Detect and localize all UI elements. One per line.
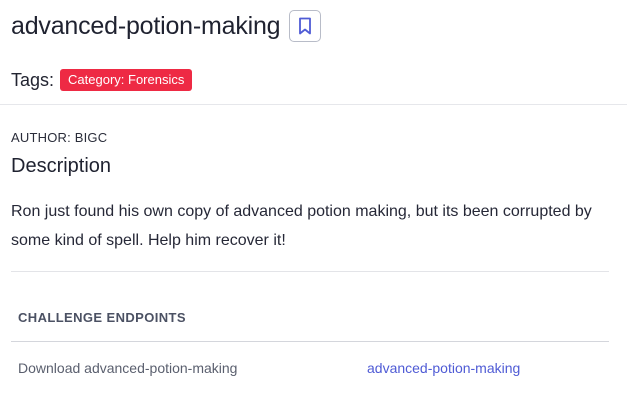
page-title: advanced-potion-making	[11, 12, 281, 40]
tags-label: Tags:	[11, 69, 55, 90]
endpoint-download-link[interactable]: advanced-potion-making	[367, 360, 520, 376]
description-text: Ron just found his own copy of advanced …	[11, 203, 592, 249]
tag-badge-category[interactable]: Category: Forensics	[60, 69, 193, 91]
endpoints-heading: CHALLENGE ENDPOINTS	[18, 310, 186, 325]
description-heading: Description	[11, 155, 112, 177]
bookmark-icon	[299, 17, 312, 35]
tags-row: Tags: Category: Forensics	[11, 69, 193, 91]
endpoint-name: Download advanced-potion-making	[18, 360, 238, 376]
endpoint-row: Download advanced-potion-making advanced…	[18, 360, 609, 378]
author-label: AUTHOR: BIGC	[11, 130, 108, 145]
endpoints-table-divider	[11, 341, 609, 342]
description-divider	[11, 271, 609, 272]
header-divider	[0, 104, 627, 105]
bookmark-button[interactable]	[289, 10, 322, 42]
title-row: advanced-potion-making	[11, 9, 322, 43]
